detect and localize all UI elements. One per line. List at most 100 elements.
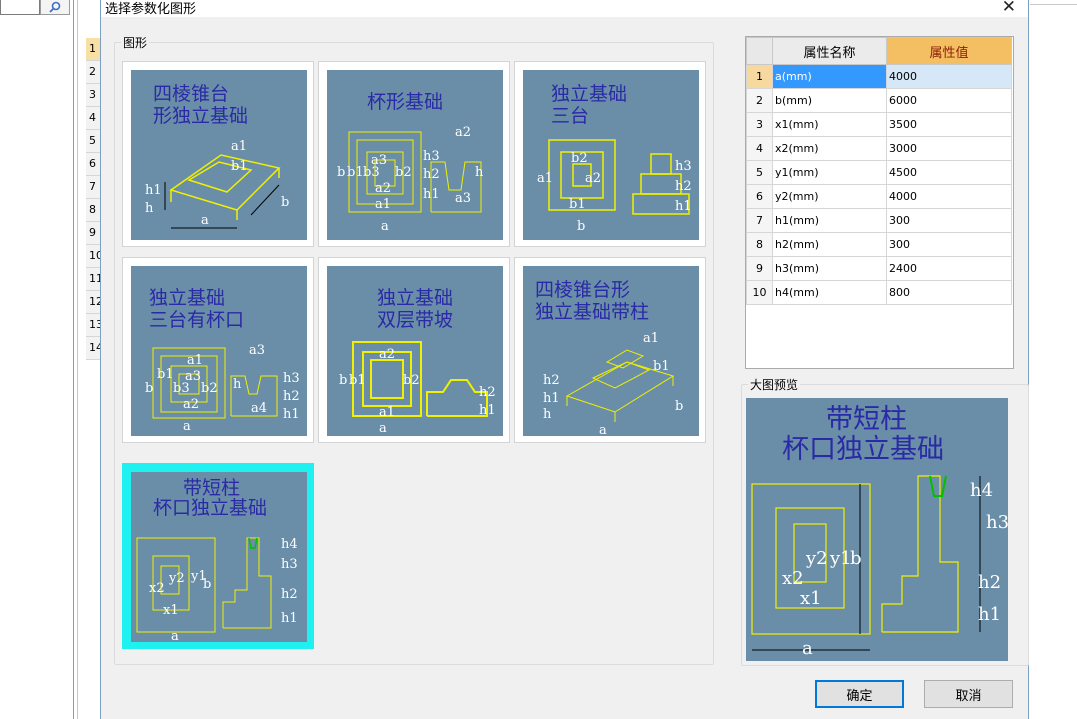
shape-title: 杯口独立基础 [153,497,267,519]
dimension-label: b [203,577,211,592]
property-name[interactable]: h2(mm) [772,232,887,257]
property-value[interactable]: 3000 [886,136,1012,161]
property-name[interactable]: h1(mm) [772,208,887,233]
dimension-label: h3 [281,557,298,572]
column-header-value[interactable]: 属性值 [886,37,1012,65]
table-row[interactable]: 6 y2(mm) 4000 [746,184,1012,209]
column-header-index [746,37,773,65]
shape-title: 四棱锥台形 [535,279,630,301]
dimension-label: b1 [231,159,248,174]
dimension-label: a2 [183,397,199,412]
dialog-titlebar: 选择参数化图形 ✕ [101,0,1028,17]
shape-title: 独立基础带柱 [535,301,649,323]
table-row[interactable]: 4 x2(mm) 3000 [746,136,1012,161]
table-row[interactable]: 9 h3(mm) 2400 [746,256,1012,281]
preview-diagram: 带短柱 杯口独立基础 x2 y2 y1 b x1 a h4 h3 h2 h1 [746,398,1008,661]
dimension-label: y2 [805,548,828,569]
dimension-label: h3 [423,149,440,164]
property-name[interactable]: x2(mm) [772,136,887,161]
dimension-label: a1 [537,171,553,186]
dimension-label: b1 [653,359,670,374]
background-divider [73,0,74,719]
dimension-label: b [145,381,153,396]
row-index: 10 [746,280,773,305]
shape-thumbnail[interactable]: 杯形基础 b b1 b3 a3 b2 a2 a1 a h3 h2 h1 h a2… [318,61,510,247]
parametric-shape-dialog: 选择参数化图形 ✕ 图形 四棱锥台 形独立基础 a1 b1 h1 h a b 杯… [100,0,1029,719]
dimension-label: h4 [281,537,298,552]
table-row[interactable]: 8 h2(mm) 300 [746,232,1012,257]
dimension-label: a [201,213,209,228]
property-name[interactable]: y2(mm) [772,184,887,209]
property-name[interactable]: h4(mm) [772,280,887,305]
row-index: 4 [746,136,773,161]
row-index: 9 [746,256,773,281]
column-header-name[interactable]: 属性名称 [772,37,887,65]
property-name[interactable]: a(mm) [772,64,887,89]
background-search-button[interactable] [40,0,70,15]
table-row[interactable]: 3 x1(mm) 3500 [746,112,1012,137]
dimension-label: a3 [455,191,471,206]
shape-thumbnail[interactable]: 四棱锥台 形独立基础 a1 b1 h1 h a b [122,61,314,247]
property-value[interactable]: 4000 [886,64,1012,89]
background-search-input[interactable] [0,0,40,15]
property-value[interactable]: 3500 [886,112,1012,137]
shape-thumbnail[interactable]: 四棱锥台形 独立基础带柱 a1 b1 h2 h1 h a b [514,257,706,443]
shape-group-label: 图形 [121,34,150,51]
ok-button[interactable]: 确定 [815,680,904,708]
property-value[interactable]: 4000 [886,184,1012,209]
dimension-label: h1 [543,391,560,406]
row-index: 2 [746,88,773,113]
property-name[interactable]: x1(mm) [772,112,887,137]
table-row[interactable]: 5 y1(mm) 4500 [746,160,1012,185]
property-value[interactable]: 300 [886,232,1012,257]
shape-thumbnail-selected[interactable]: 带短柱 杯口独立基础 x2 y2 y1 b x1 a h4 h3 h2 h1 [122,463,314,649]
dimension-label: h [145,201,154,216]
property-value[interactable]: 300 [886,208,1012,233]
cancel-button[interactable]: 取消 [924,680,1013,708]
dimension-label: a3 [371,153,387,168]
property-name[interactable]: y1(mm) [772,160,887,185]
dimension-label: x2 [149,581,165,596]
shape-thumbnail[interactable]: 独立基础 三台 a1 b2 a2 b1 b h3 h2 h1 [514,61,706,247]
property-value[interactable]: 2400 [886,256,1012,281]
property-value[interactable]: 800 [886,280,1012,305]
dimension-label: y1 [829,548,852,569]
dimension-label: x1 [800,588,822,609]
shape-diagram: 杯形基础 b b1 b3 a3 b2 a2 a1 a h3 h2 h1 h a2… [327,70,503,240]
dimension-label: b2 [395,165,412,180]
dimension-label: a [379,421,387,436]
dimension-label: a [171,629,179,642]
dimension-label: b1 [569,197,586,212]
dimension-label: b2 [403,373,420,388]
shape-diagram: 四棱锥台 形独立基础 a1 b1 h1 h a b [131,70,307,240]
property-name[interactable]: h3(mm) [772,256,887,281]
dimension-label: b1 [347,165,364,180]
close-icon[interactable]: ✕ [1002,0,1016,17]
table-row[interactable]: 2 b(mm) 6000 [746,88,1012,113]
dimension-label: h1 [479,403,496,418]
table-row[interactable]: 10 h4(mm) 800 [746,280,1012,305]
dimension-label: h3 [283,371,300,386]
dimension-label: h1 [423,187,440,202]
property-value[interactable]: 6000 [886,88,1012,113]
shape-diagram: 四棱锥台形 独立基础带柱 a1 b1 h2 h1 h a b [523,266,699,436]
dimension-label: a1 [643,331,659,346]
shape-thumbnail[interactable]: 独立基础 三台有杯口 a1 b1 a3 b3 b2 a2 b a a3 h a4… [122,257,314,443]
dimension-label: y2 [168,571,185,586]
row-index: 8 [746,232,773,257]
row-index: 1 [746,64,773,89]
dimension-label: a1 [231,139,247,154]
property-value[interactable]: 4500 [886,160,1012,185]
dimension-label: a [802,638,813,659]
dimension-label: h1 [145,183,162,198]
dimension-label: h2 [423,167,440,182]
shape-title: 三台 [551,105,589,127]
table-row[interactable]: 1 a(mm) 4000 [746,64,1012,89]
property-name[interactable]: b(mm) [772,88,887,113]
table-row[interactable]: 7 h1(mm) 300 [746,208,1012,233]
dimension-label: h [543,407,552,422]
dimension-label: a2 [455,125,471,140]
dimension-label: x2 [782,568,804,589]
shape-thumbnail[interactable]: 独立基础 双层带坡 a2 b1 b b2 a1 a h2 h1 [318,257,510,443]
dimension-label: a2 [585,171,601,186]
